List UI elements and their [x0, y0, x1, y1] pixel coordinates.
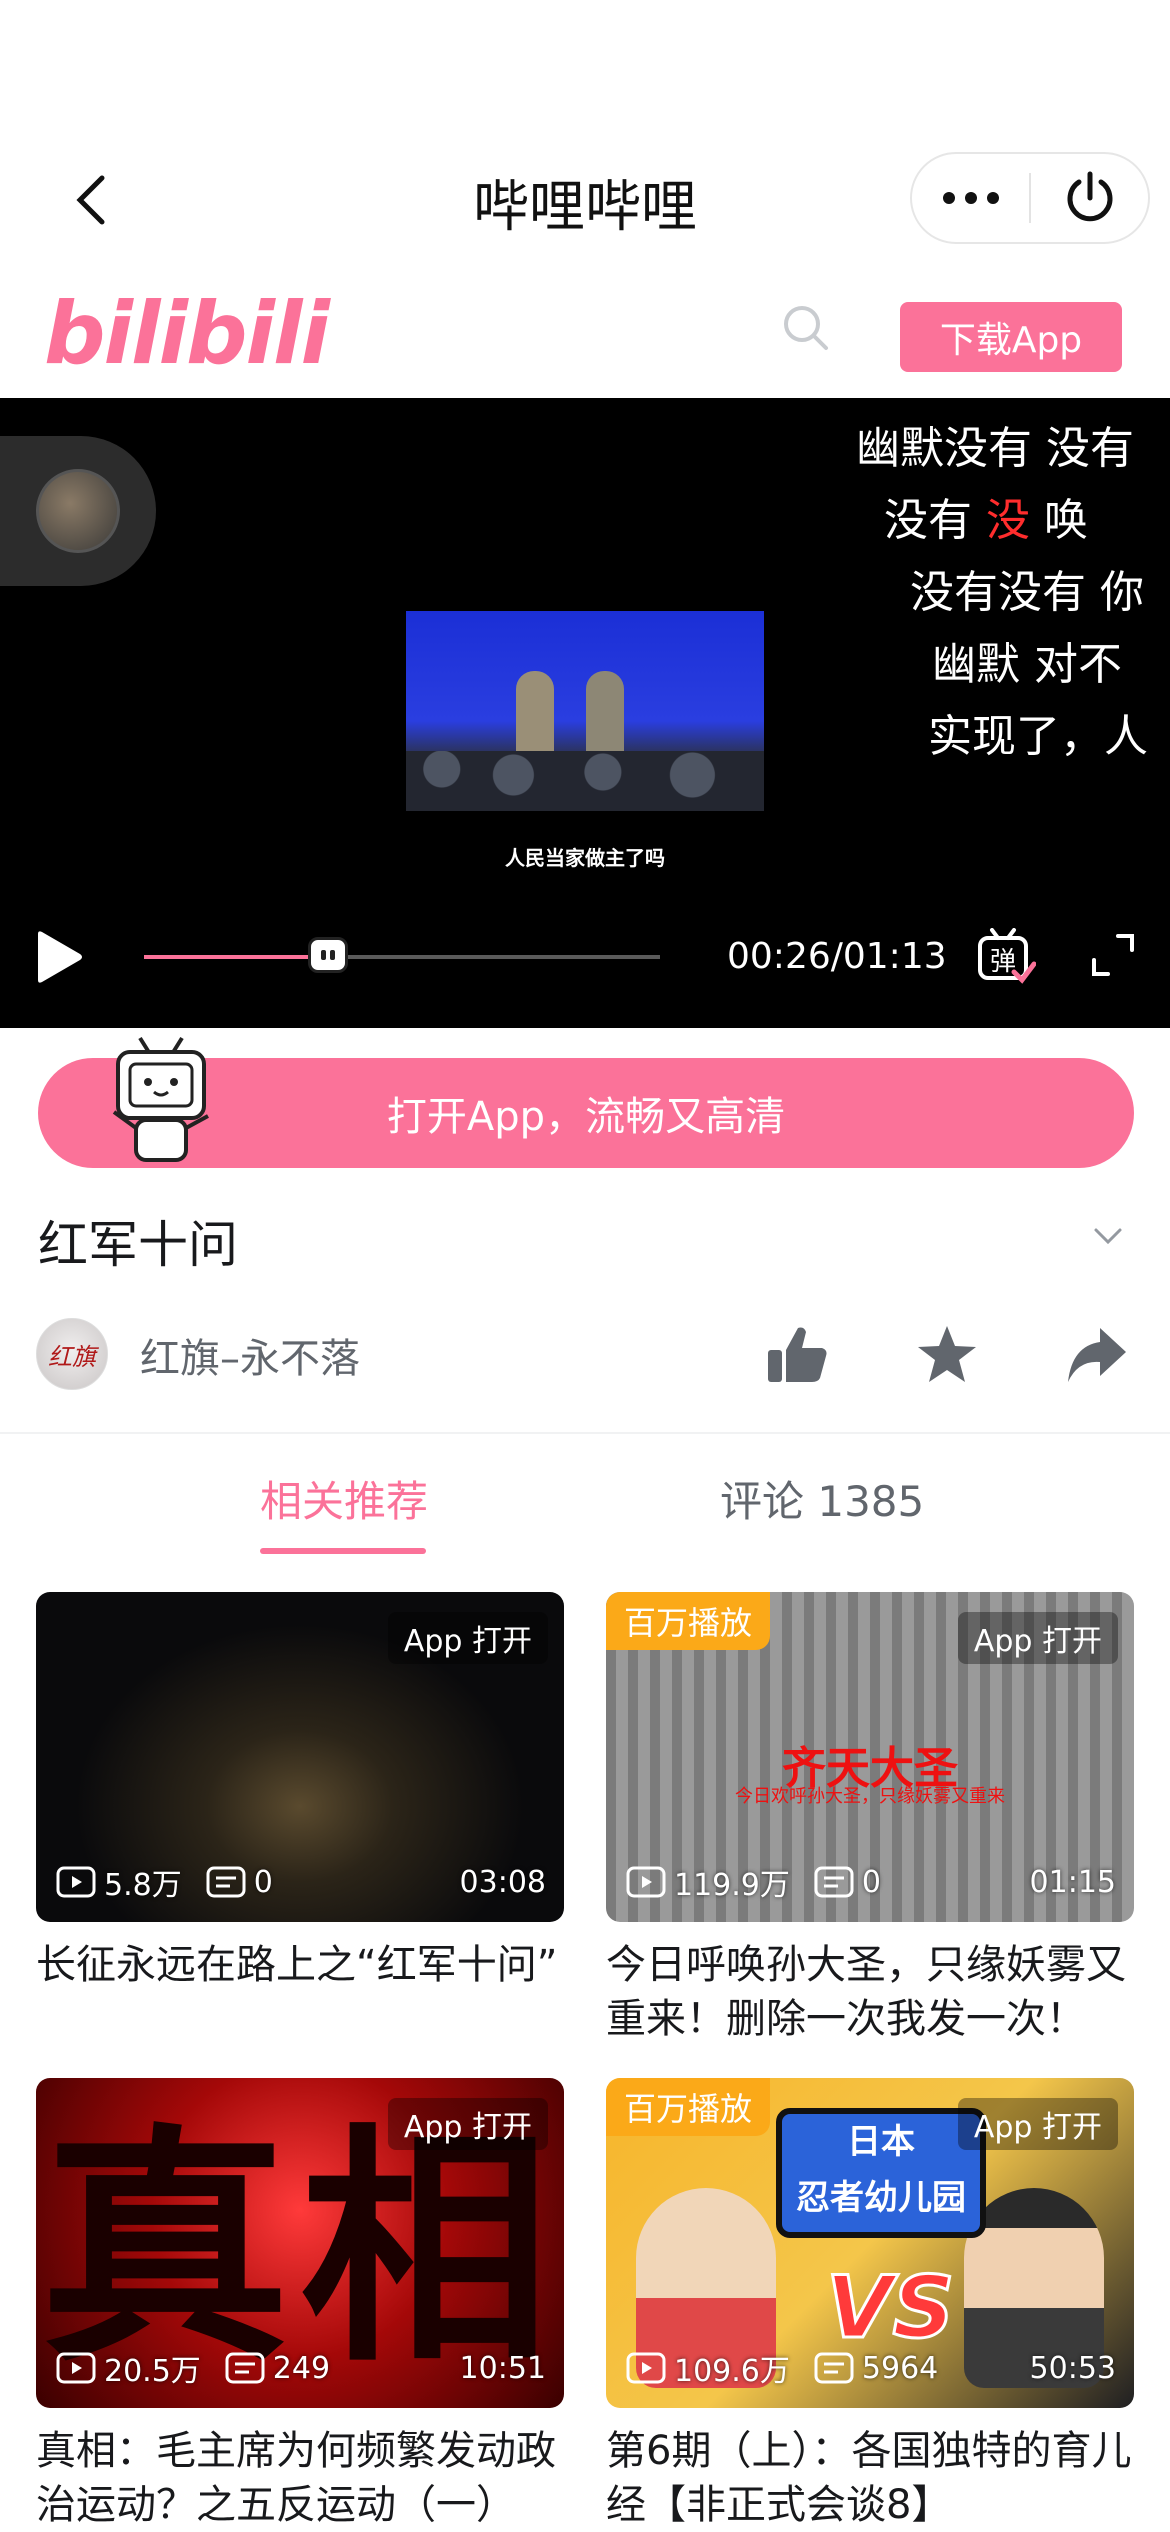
progress-fill — [144, 955, 328, 959]
tv-mascot-icon — [112, 1036, 209, 1162]
card-title[interactable]: 真相：毛主席为何频繁发动政治运动？之五反运动（一） — [36, 2424, 564, 2532]
author-row: 红旗 红旗–永不落 — [0, 1310, 1170, 1400]
video-card[interactable]: 真相 App 打开 20.5万 249 10:51 真相：毛主席为何频繁发动政治… — [36, 2078, 564, 2532]
video-cover[interactable]: App 打开 5.8万 0 03:08 — [36, 1592, 564, 1922]
video-card[interactable]: App 打开 5.8万 0 03:08 长征永远在路上之“红军十问” — [36, 1592, 564, 1992]
card-meta: 5.8万 0 03:08 — [56, 1860, 546, 1904]
divider — [0, 1432, 1170, 1434]
video-card[interactable]: 日本 忍者幼儿园 VS 百万播放 App 打开 109.6万 5964 50:53… — [606, 2078, 1134, 2532]
danmaku-count-icon — [206, 1866, 246, 1898]
author-avatar[interactable]: 红旗 — [36, 1318, 108, 1390]
vs-text: VS — [825, 2257, 956, 2360]
danmaku-comment: 没有没有 你 — [910, 567, 1144, 618]
duration: 01:15 — [1029, 1864, 1116, 1900]
duration: 03:08 — [459, 1864, 546, 1900]
play-count-icon — [56, 2352, 96, 2384]
active-tab-indicator — [260, 1548, 426, 1554]
fullscreen-icon — [1092, 934, 1134, 976]
danmaku-count: 5964 — [861, 2350, 939, 2386]
play-button[interactable] — [30, 928, 86, 986]
play-count-icon — [626, 2352, 666, 2384]
uploader-avatar-pill[interactable] — [0, 436, 156, 586]
danmaku-icon: 弹 — [978, 928, 1037, 984]
tab-comments[interactable]: 评论 1385 — [720, 1468, 924, 1529]
danmaku-comment: 实现了，人 — [928, 711, 1148, 762]
danmaku-toggle-button[interactable]: 弹 — [976, 928, 1037, 984]
duration: 50:53 — [1029, 2350, 1116, 2386]
more-dots-icon — [942, 192, 999, 204]
card-meta: 109.6万 5964 50:53 — [626, 2346, 1116, 2390]
avatar — [36, 469, 120, 553]
danmaku-count: 249 — [272, 2350, 331, 2386]
video-cover[interactable]: 日本 忍者幼儿园 VS 百万播放 App 打开 109.6万 5964 50:53 — [606, 2078, 1134, 2408]
progress-bar[interactable] — [144, 937, 660, 973]
tab-related[interactable]: 相关推荐 — [260, 1468, 428, 1529]
like-icon[interactable] — [764, 1322, 830, 1388]
million-views-badge: 百万播放 — [606, 1592, 771, 1650]
share-icon[interactable] — [1064, 1322, 1130, 1388]
video-title: 红军十问 — [38, 1216, 238, 1274]
progress-handle[interactable] — [307, 937, 348, 973]
app-open-button[interactable]: App 打开 — [957, 1612, 1118, 1664]
more-button[interactable] — [912, 154, 1029, 242]
favorite-star-icon[interactable] — [914, 1322, 980, 1388]
danmaku-comment: 幽默 对不 — [932, 639, 1122, 690]
bilibili-logo[interactable]: bilibili — [44, 284, 330, 384]
video-frame — [406, 611, 764, 811]
play-count-icon — [56, 1866, 96, 1898]
video-subtitle: 人民当家做主了吗 — [505, 846, 665, 870]
fullscreen-button[interactable] — [1090, 932, 1136, 978]
view-count: 5.8万 — [104, 1868, 182, 1903]
app-open-button[interactable]: App 打开 — [387, 2098, 548, 2150]
play-count-icon — [626, 1866, 666, 1898]
danmaku-count: 0 — [253, 1864, 273, 1900]
crowd — [406, 751, 764, 811]
danmaku-count-icon — [225, 2352, 265, 2384]
card-title[interactable]: 长征永远在路上之“红军十问” — [36, 1938, 564, 1992]
cover-subtext: 今日欢呼孙大圣，只缘妖雾又重来 — [735, 1786, 1005, 1807]
video-cover[interactable]: 齐天大圣 今日欢呼孙大圣，只缘妖雾又重来 百万播放 App 打开 119.9万 … — [606, 1592, 1134, 1922]
top-nav-bar: 哔哩哔哩 — [0, 140, 1170, 260]
video-player[interactable]: 人民当家做主了吗 幽默没有 没有 没有 没 唤 没有没有 你 幽默 对不 实现了… — [0, 398, 1170, 1028]
play-icon — [38, 931, 82, 983]
card-meta: 119.9万 0 01:15 — [626, 1860, 1116, 1904]
danmaku-comment: 没有 没 唤 — [884, 495, 1088, 546]
danmaku-comment: 幽默没有 没有 — [856, 423, 1134, 474]
card-title[interactable]: 第6期（上）：各国独特的育儿经【非正式会谈8】 — [606, 2424, 1134, 2532]
video-card[interactable]: 齐天大圣 今日欢呼孙大圣，只缘妖雾又重来 百万播放 App 打开 119.9万 … — [606, 1592, 1134, 2046]
danmaku-count-icon — [814, 1866, 854, 1898]
card-title[interactable]: 今日呼唤孙大圣，只缘妖雾又重来！删除一次我发一次！ — [606, 1938, 1134, 2046]
power-icon — [1067, 171, 1112, 222]
chevron-down-icon[interactable] — [1090, 1218, 1126, 1254]
show-logo: 日本 忍者幼儿园 — [776, 2108, 986, 2238]
time-display: 00:26/01:13 — [727, 936, 947, 977]
mini-program-capsule — [910, 152, 1150, 244]
search-icon[interactable] — [780, 302, 832, 354]
app-open-button[interactable]: App 打开 — [387, 1612, 548, 1664]
site-header: bilibili 下载App — [0, 270, 1170, 398]
card-meta: 20.5万 249 10:51 — [56, 2346, 546, 2390]
view-count: 20.5万 — [104, 2354, 201, 2389]
danmaku-count: 0 — [861, 1864, 881, 1900]
view-count: 119.9万 — [674, 1868, 790, 1903]
app-open-button[interactable]: App 打开 — [957, 2098, 1118, 2150]
danmaku-count-icon — [814, 2352, 854, 2384]
video-cover[interactable]: 真相 App 打开 20.5万 249 10:51 — [36, 2078, 564, 2408]
million-views-badge: 百万播放 — [606, 2078, 771, 2136]
author-name[interactable]: 红旗–永不落 — [140, 1326, 360, 1384]
close-button[interactable] — [1031, 154, 1148, 242]
duration: 10:51 — [459, 2350, 546, 2386]
download-app-button[interactable]: 下载App — [900, 302, 1122, 372]
cover-text: 真相 — [40, 2101, 560, 2395]
view-count: 109.6万 — [674, 2354, 790, 2389]
